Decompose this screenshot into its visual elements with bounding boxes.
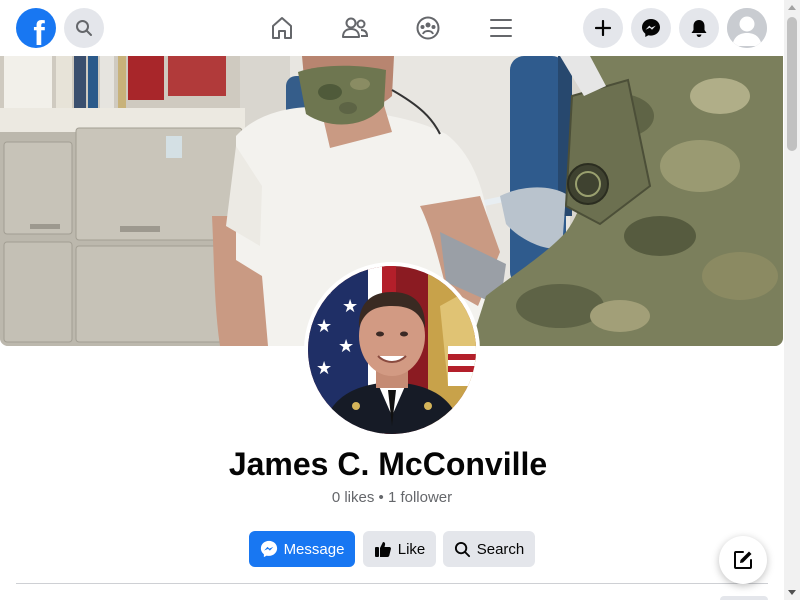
page-scrollbar[interactable] (784, 0, 800, 600)
notifications-button[interactable] (679, 8, 719, 48)
bell-icon (691, 20, 707, 37)
create-button[interactable] (583, 8, 623, 48)
scroll-up-arrow[interactable] (788, 5, 796, 10)
search-button-label: Search (476, 540, 525, 558)
account-avatar-button[interactable] (727, 8, 767, 48)
scrollbar-thumb[interactable] (787, 17, 797, 151)
profile-actions: Message Like Search (0, 531, 784, 567)
svg-text:★: ★ (342, 296, 358, 317)
svg-text:★: ★ (316, 316, 332, 337)
messenger-icon (260, 540, 277, 558)
search-icon (454, 541, 470, 557)
like-button[interactable]: Like (363, 531, 436, 567)
avatar-icon (727, 8, 767, 48)
top-navigation-bar: f (0, 0, 784, 56)
home-icon (272, 17, 292, 39)
search-icon (76, 20, 92, 36)
scroll-down-arrow[interactable] (788, 590, 796, 595)
search-button[interactable] (64, 8, 104, 48)
message-button[interactable]: Message (249, 531, 355, 567)
compose-icon (734, 551, 752, 569)
messenger-button[interactable] (631, 8, 671, 48)
friends-icon (342, 17, 369, 38)
nav-groups[interactable] (408, 8, 448, 48)
facebook-logo-letter: f (33, 15, 45, 48)
collapsed-panel-edge (720, 596, 768, 600)
section-divider (16, 583, 768, 584)
menu-icon (490, 19, 512, 37)
thumbs-up-icon (374, 542, 391, 557)
profile-picture[interactable]: ★ ★ ★ ★ ★ (304, 262, 480, 438)
profile-stats[interactable]: 0 likes • 1 follower (0, 489, 784, 506)
nav-friends[interactable] (335, 8, 375, 48)
message-button-label: Message (283, 540, 345, 558)
svg-text:★: ★ (338, 336, 354, 357)
plus-icon (595, 20, 611, 36)
svg-text:★: ★ (316, 358, 332, 379)
search-profile-button[interactable]: Search (443, 531, 535, 567)
like-button-label: Like (397, 540, 426, 558)
messenger-icon (642, 19, 660, 37)
nav-home[interactable] (262, 8, 302, 48)
nav-menu[interactable] (481, 8, 521, 48)
new-message-button[interactable] (719, 536, 767, 584)
profile-photo-image: ★ ★ ★ ★ ★ (308, 266, 476, 434)
profile-name: James C. McConville (228, 446, 548, 482)
facebook-logo[interactable]: f (16, 8, 56, 48)
groups-icon (416, 16, 440, 40)
